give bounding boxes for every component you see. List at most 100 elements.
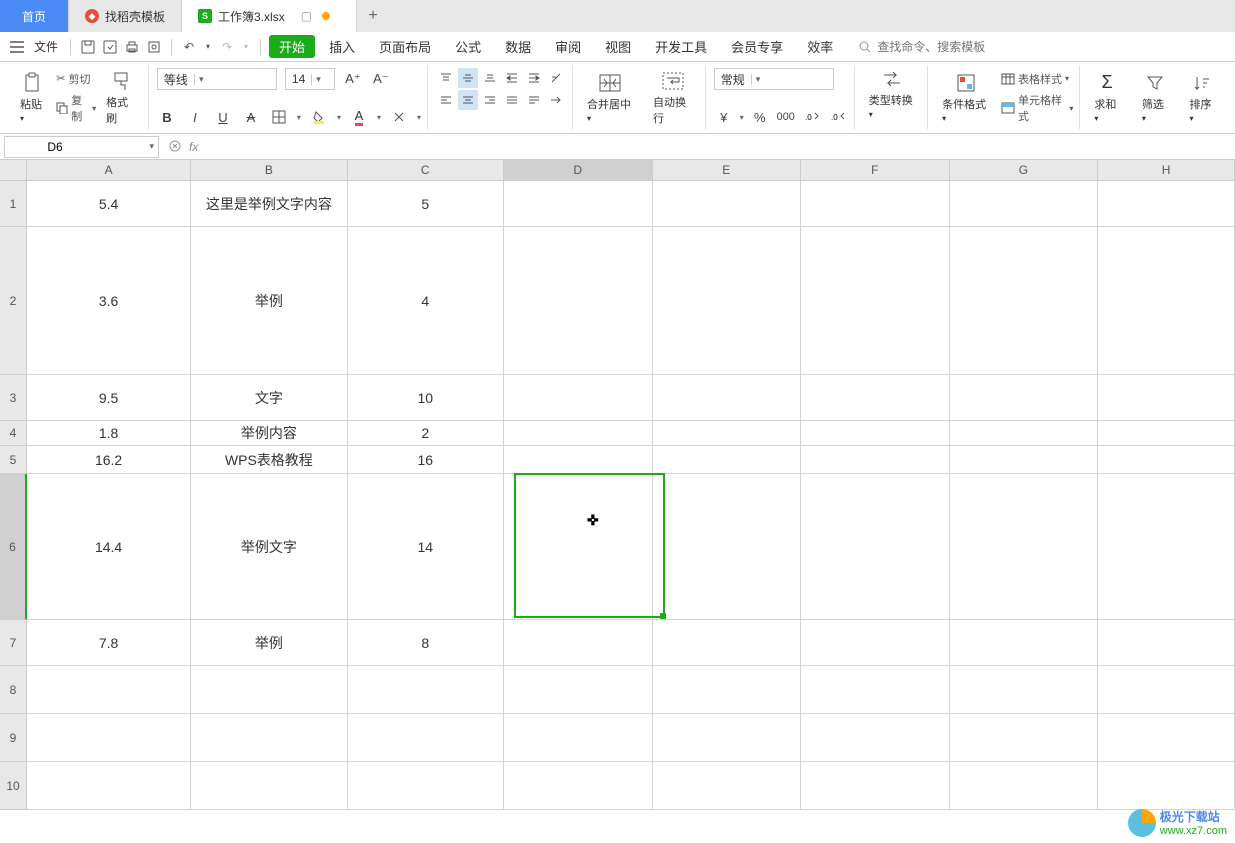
copy-button[interactable]: 复制▾	[56, 92, 96, 124]
cell-F4[interactable]	[801, 421, 950, 446]
search-input[interactable]	[877, 40, 1017, 54]
tab-window-icon[interactable]: ▢	[301, 9, 312, 23]
cancel-formula-icon[interactable]	[169, 140, 183, 154]
cell-B1[interactable]: 这里是举例文字内容	[191, 181, 347, 227]
name-box-dropdown[interactable]: ▾	[149, 141, 158, 152]
font-name-combo[interactable]: 等线▾	[157, 68, 277, 90]
cell-A3[interactable]: 9.5	[27, 375, 191, 421]
cell-F2[interactable]	[801, 227, 950, 375]
cell-D9[interactable]	[504, 714, 653, 762]
align-center-icon[interactable]	[458, 90, 478, 110]
undo-dropdown[interactable]: ▾	[202, 42, 214, 51]
col-header-D[interactable]: D	[504, 160, 653, 181]
row-header-7[interactable]: 7	[0, 620, 27, 666]
row-header-8[interactable]: 8	[0, 666, 27, 714]
cell-H3[interactable]	[1098, 375, 1235, 421]
cell-C3[interactable]: 10	[348, 375, 504, 421]
cell-H10[interactable]	[1098, 762, 1235, 810]
indent-decrease-icon[interactable]	[502, 68, 522, 88]
new-tab-button[interactable]: +	[357, 0, 389, 32]
font-size-combo[interactable]: 14▾	[285, 68, 335, 90]
cut-button[interactable]: ✂剪切	[56, 71, 96, 87]
name-box[interactable]: ▾	[4, 136, 159, 158]
cell-C4[interactable]: 2	[348, 421, 504, 446]
indent-increase-icon[interactable]	[524, 68, 544, 88]
print-preview-icon[interactable]	[145, 38, 163, 56]
underline-button[interactable]: U	[213, 107, 233, 127]
cell-H2[interactable]	[1098, 227, 1235, 375]
cell-F3[interactable]	[801, 375, 950, 421]
align-top-icon[interactable]	[436, 68, 456, 88]
cell-E4[interactable]	[653, 421, 802, 446]
cell-E3[interactable]	[653, 375, 802, 421]
tab-workbook[interactable]: S 工作簿3.xlsx ▢	[182, 0, 357, 32]
decrease-font-icon[interactable]: A⁻	[371, 69, 391, 89]
select-all-corner[interactable]	[0, 160, 27, 181]
row-header-5[interactable]: 5	[0, 446, 27, 474]
cell-G7[interactable]	[950, 620, 1099, 666]
cell-H9[interactable]	[1098, 714, 1235, 762]
menu-tab-layout[interactable]: 页面布局	[369, 35, 441, 58]
cell-D2[interactable]	[504, 227, 653, 375]
cell-E6[interactable]	[653, 474, 802, 620]
grid[interactable]: 5.4这里是举例文字内容53.6举例49.5文字101.8举例内容216.2WP…	[27, 181, 1235, 810]
cell-H8[interactable]	[1098, 666, 1235, 714]
number-format-combo[interactable]: 常规▾	[714, 68, 834, 90]
cell-D10[interactable]	[504, 762, 653, 810]
row-header-1[interactable]: 1	[0, 181, 27, 227]
cell-B9[interactable]	[191, 714, 347, 762]
row-header-10[interactable]: 10	[0, 762, 27, 810]
cell-B5[interactable]: WPS表格教程	[191, 446, 347, 474]
cell-A5[interactable]: 16.2	[27, 446, 191, 474]
align-left-icon[interactable]	[436, 90, 456, 110]
wrap-button[interactable]: 自动换行	[647, 68, 699, 127]
font-color-button[interactable]: A	[349, 107, 369, 127]
align-right-icon[interactable]	[480, 90, 500, 110]
cell-A4[interactable]: 1.8	[27, 421, 191, 446]
menu-tab-view[interactable]: 视图	[595, 35, 641, 58]
cell-E7[interactable]	[653, 620, 802, 666]
cell-G2[interactable]	[950, 227, 1099, 375]
col-header-G[interactable]: G	[950, 160, 1099, 181]
fx-icon[interactable]: fx	[189, 140, 198, 154]
menu-tab-start[interactable]: 开始	[269, 35, 315, 58]
distribute-icon[interactable]	[524, 90, 544, 110]
cell-D1[interactable]	[504, 181, 653, 227]
format-painter-button[interactable]: 格式刷	[100, 68, 142, 127]
cell-A9[interactable]	[27, 714, 191, 762]
currency-icon[interactable]: ¥	[714, 107, 734, 127]
cell-C6[interactable]: 14	[348, 474, 504, 620]
cell-B10[interactable]	[191, 762, 347, 810]
bold-button[interactable]: B	[157, 107, 177, 127]
cell-F9[interactable]	[801, 714, 950, 762]
cell-C9[interactable]	[348, 714, 504, 762]
cell-F5[interactable]	[801, 446, 950, 474]
save-icon[interactable]	[79, 38, 97, 56]
table-style-button[interactable]: 表格样式▾	[1001, 71, 1073, 87]
redo-icon[interactable]: ↷	[218, 38, 236, 56]
conditional-format-button[interactable]: 条件格式 ▾	[936, 68, 995, 127]
cell-B7[interactable]: 举例	[191, 620, 347, 666]
col-header-F[interactable]: F	[801, 160, 950, 181]
italic-button[interactable]: I	[185, 107, 205, 127]
cell-A6[interactable]: 14.4	[27, 474, 191, 620]
cell-B2[interactable]: 举例	[191, 227, 347, 375]
cell-F7[interactable]	[801, 620, 950, 666]
clear-format-button[interactable]	[389, 107, 409, 127]
redo-dropdown[interactable]: ▾	[240, 42, 252, 51]
cell-G5[interactable]	[950, 446, 1099, 474]
paste-button[interactable]: 粘贴 ▾	[14, 68, 52, 127]
file-menu[interactable]: 文件	[30, 38, 62, 55]
cell-E1[interactable]	[653, 181, 802, 227]
menu-tab-member[interactable]: 会员专享	[721, 35, 793, 58]
cell-D6[interactable]	[504, 474, 653, 620]
menu-tab-devtools[interactable]: 开发工具	[645, 35, 717, 58]
menu-tab-insert[interactable]: 插入	[319, 35, 365, 58]
cell-A7[interactable]: 7.8	[27, 620, 191, 666]
menu-tab-efficiency[interactable]: 效率	[797, 35, 843, 58]
cell-style-button[interactable]: 单元格样式▾	[1001, 92, 1073, 124]
cell-F8[interactable]	[801, 666, 950, 714]
tab-home[interactable]: 首页	[0, 0, 69, 32]
cell-D3[interactable]	[504, 375, 653, 421]
cell-D7[interactable]	[504, 620, 653, 666]
